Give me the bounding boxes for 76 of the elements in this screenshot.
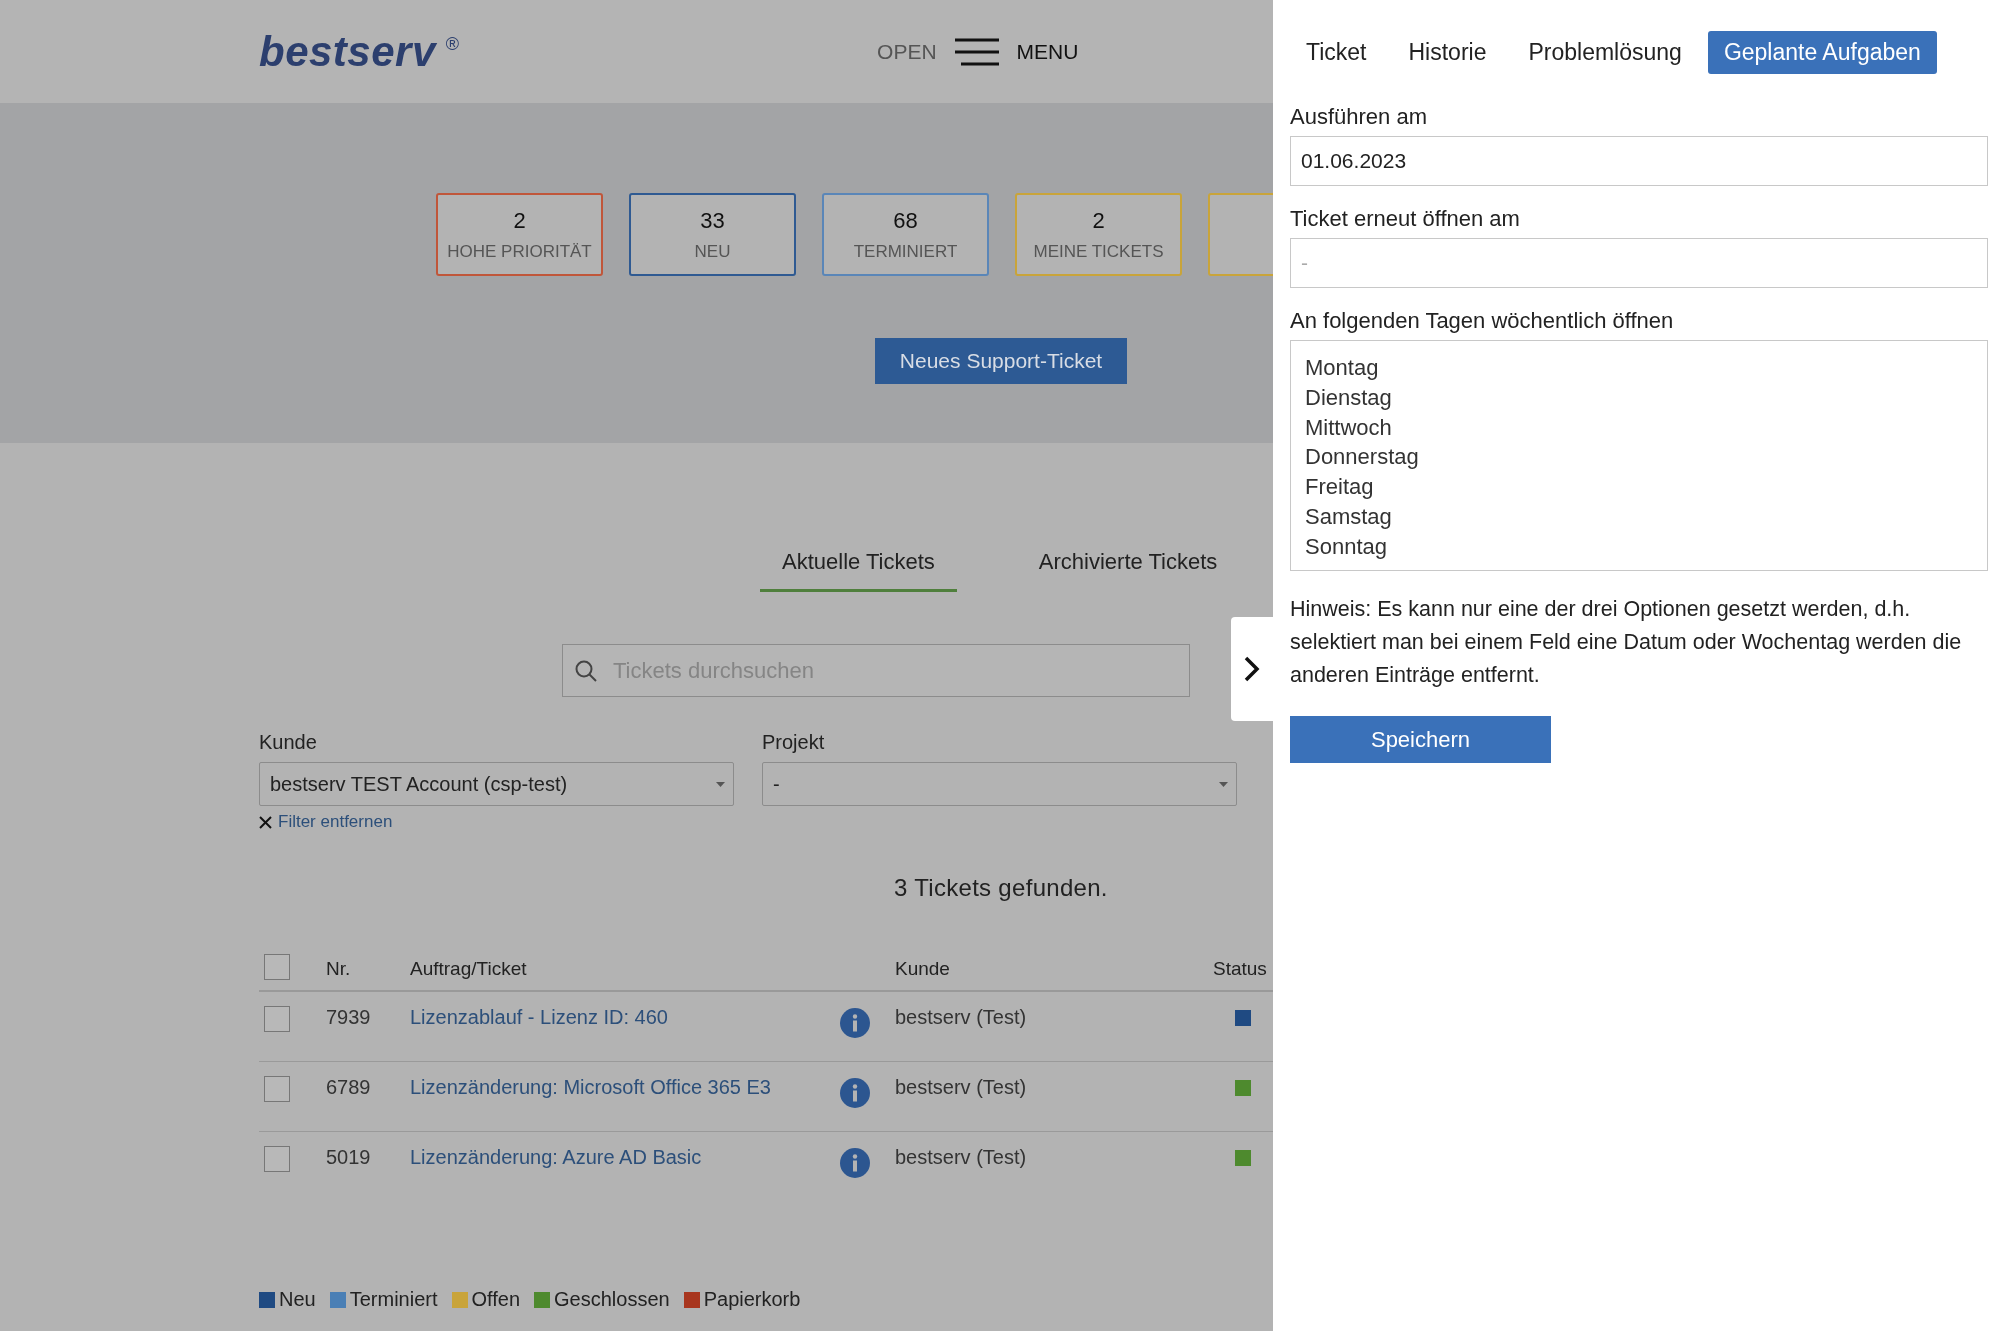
stat-label: MEINE TICKETS [1033, 241, 1164, 262]
open-label: OPEN [877, 39, 937, 64]
weekday-option[interactable]: Mittwoch [1305, 412, 1973, 443]
filter-label: Kunde [259, 731, 318, 754]
select-all-checkbox[interactable] [264, 954, 290, 980]
menu-label[interactable]: MENU [1016, 39, 1079, 64]
stat-label: HOHE PRIORITÄT [447, 241, 592, 262]
registered-mark: ® [445, 34, 460, 55]
column-header: Kunde [895, 958, 951, 980]
field-label: Ticket erneut öffnen am [1290, 206, 1521, 232]
customer-cell-text: bestserv (Test) [895, 1006, 1028, 1029]
panel-tab[interactable]: Problemlösung [1512, 31, 1698, 74]
ticket-number: 5019 [326, 1146, 372, 1169]
weekday-option[interactable]: Dienstag [1305, 382, 1973, 413]
info-icon[interactable] [840, 1078, 870, 1108]
result-count: 3 Tickets gefunden. [894, 874, 1109, 902]
close-icon [259, 815, 272, 829]
panel-tab[interactable]: Geplante Aufgaben [1707, 31, 1937, 74]
weekday-option[interactable]: Sonntag [1305, 531, 1973, 562]
filter-label: Projekt [762, 731, 826, 754]
ticket-number: 7939 [326, 1006, 372, 1029]
stat-count: 68 [893, 207, 918, 234]
stat-count: 2 [513, 207, 526, 234]
weekday-listbox[interactable]: Montag Dienstag Mittwoch Donnerstag Freitag Samstag Sonntag [1290, 340, 1988, 571]
stat-card[interactable]: 2 MEINE TICKETS [1015, 193, 1182, 276]
row-checkbox[interactable] [264, 1146, 290, 1172]
new-ticket-button[interactable]: Neues Support-Ticket [875, 338, 1127, 384]
stat-card[interactable]: 68 TERMINIERT [822, 193, 989, 276]
search-icon [574, 659, 598, 683]
ticket-link[interactable]: Lizenzablauf - Lizenz ID: 460 [410, 1006, 668, 1028]
column-header: Status [1213, 958, 1268, 980]
legend-label: Geschlossen [554, 1288, 670, 1311]
dropdown-caret-icon [716, 781, 725, 787]
select-field[interactable]: bestserv TEST Account (csp-test) [259, 762, 734, 806]
weekday-option[interactable]: Montag [1305, 353, 1973, 383]
stat-card[interactable]: 2 HOHE PRIORITÄT [436, 193, 603, 276]
customer-cell-text: bestserv (Test) [895, 1146, 1028, 1169]
weekday-option[interactable]: Freitag [1305, 472, 1973, 502]
column-header: Auftrag/Ticket [410, 958, 528, 980]
ticket-number: 6789 [326, 1076, 372, 1099]
info-icon[interactable] [840, 1148, 870, 1178]
stat-card[interactable]: 33 NEU [629, 193, 796, 276]
customer-cell-text: bestserv (Test) [895, 1076, 1028, 1099]
field-label: An folgenden Tagen wöchentlich öffnen [1290, 308, 1675, 334]
weekday-option[interactable]: Samstag [1305, 502, 1973, 532]
stat-count: 33 [700, 207, 725, 234]
tab[interactable]: Aktuelle Tickets [760, 549, 957, 592]
weekday-option[interactable]: Donnerstag [1305, 442, 1973, 473]
hint-text: Hinweis: Es kann nur eine der drei Optionen gesetzt werden, d.h. selektiert man bei einem Feld eine Datum oder Wochentag werden die anderen Einträge entfernt. [1290, 596, 1963, 689]
legend-label: Papierkorb [703, 1288, 801, 1311]
dropdown-caret-icon [1219, 781, 1228, 787]
legend-label: Offen [471, 1288, 521, 1311]
row-checkbox[interactable] [264, 1076, 290, 1102]
panel-tab[interactable]: Historie [1392, 31, 1503, 74]
stat-label: NEU [694, 241, 731, 262]
stat-count: 2 [1092, 207, 1105, 234]
info-icon[interactable] [840, 1008, 870, 1038]
logo: bestserv [259, 27, 436, 76]
column-header: Nr. [326, 958, 352, 980]
panel-tab[interactable]: Ticket [1290, 31, 1383, 74]
date-field[interactable]: - [1290, 238, 1988, 288]
row-checkbox[interactable] [264, 1006, 290, 1032]
stat-label: TERMINIERT [853, 241, 958, 262]
ticket-link[interactable]: Lizenzänderung: Microsoft Office 365 E3 [410, 1076, 771, 1098]
field-label: Ausführen am [1290, 104, 1428, 130]
menu-icon[interactable] [954, 37, 999, 66]
date-field[interactable]: 01.06.2023 [1290, 136, 1988, 186]
legend-label: Neu [279, 1288, 316, 1311]
chevron-right-icon [1244, 656, 1260, 682]
save-button[interactable]: Speichern [1290, 716, 1551, 763]
collapse-panel-button[interactable] [1231, 617, 1273, 721]
clear-filter-link[interactable]: Filter entfernen [259, 812, 393, 832]
ticket-link[interactable]: Lizenzänderung: Azure AD Basic [410, 1146, 702, 1168]
legend-label: Terminiert [349, 1288, 438, 1311]
select-field[interactable]: - [762, 762, 1237, 806]
tab[interactable]: Archivierte Tickets [1016, 549, 1240, 592]
